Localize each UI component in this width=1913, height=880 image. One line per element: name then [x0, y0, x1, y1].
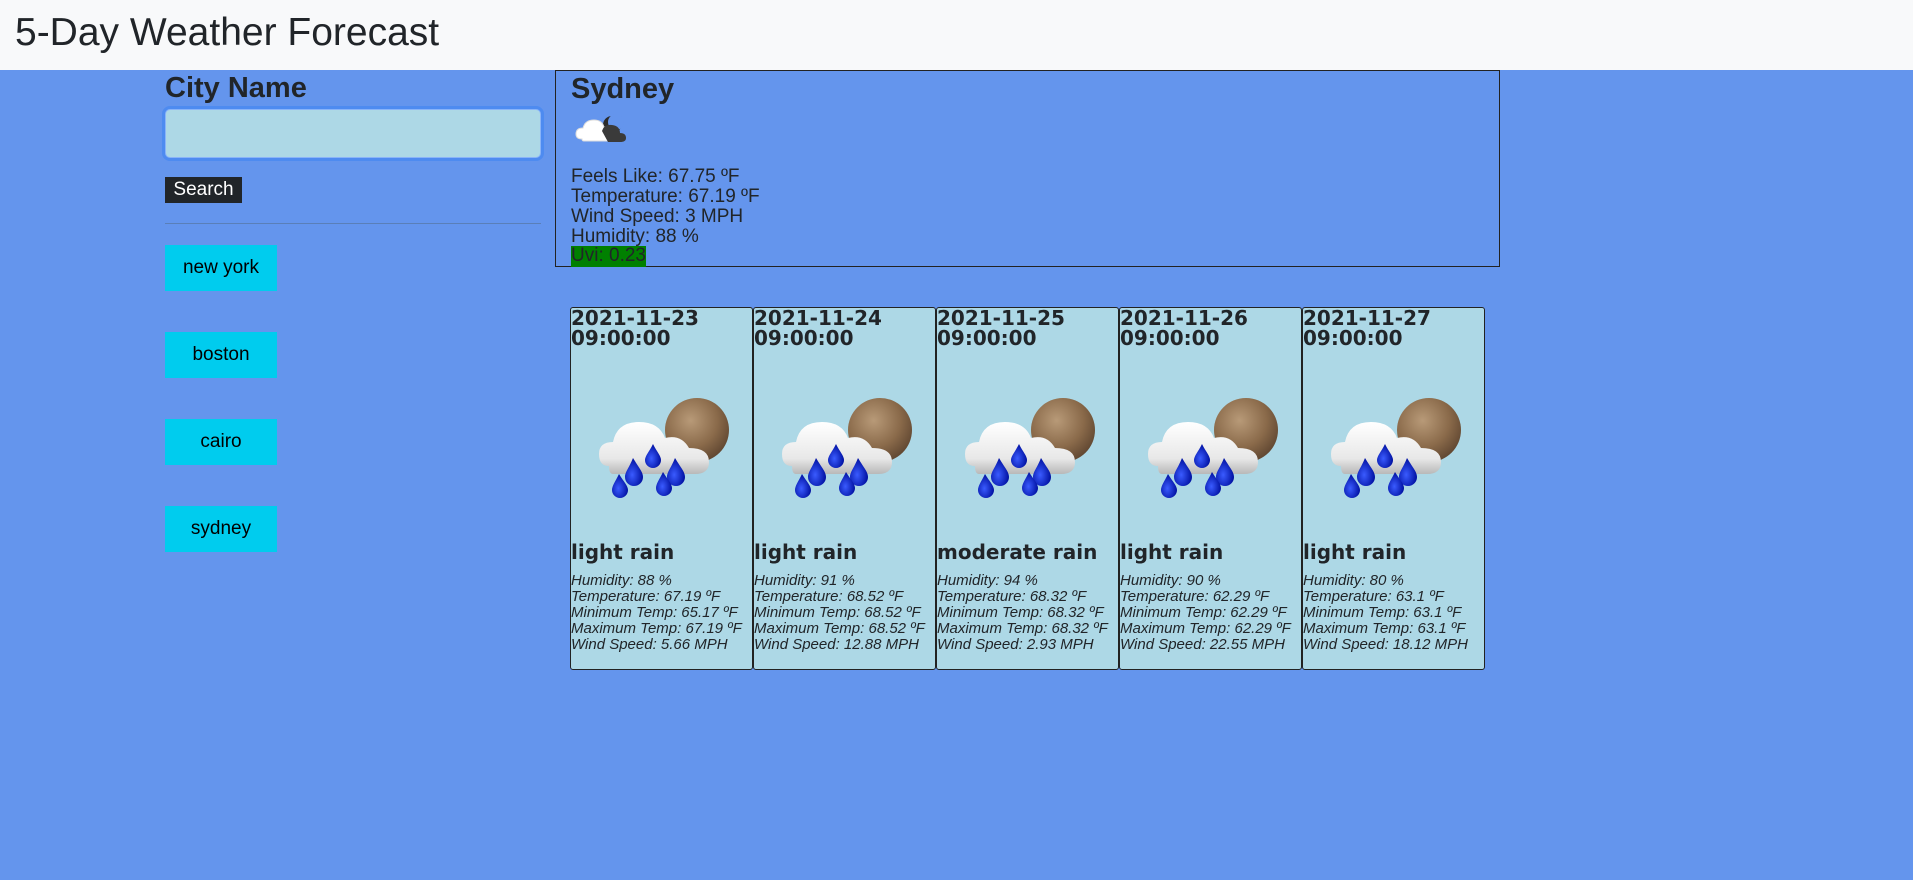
forecast-max-temp: Maximum Temp: 63.1 ºF	[1303, 620, 1466, 637]
rain-night-icon	[1148, 398, 1278, 498]
forecast-temperature: Temperature: 68.52 ºF	[754, 588, 904, 605]
city-search-input[interactable]	[165, 109, 541, 158]
rain-night-icon	[965, 398, 1095, 498]
forecast-max-temp: Maximum Temp: 67.19 ºF	[571, 620, 742, 637]
current-temperature: Temperature: 67.19 ºF	[571, 186, 760, 207]
forecast-card: 2021-11-26 09:00:00 light rain Humidity:…	[1119, 307, 1302, 670]
forecast-date: 2021-11-26 09:00:00	[1120, 307, 1248, 350]
forecast-wind-speed: Wind Speed: 12.88 MPH	[754, 636, 919, 653]
current-wind-speed: Wind Speed: 3 MPH	[571, 206, 744, 227]
forecast-description: light rain	[571, 540, 675, 564]
forecast-details: Humidity: 90 % Temperature: 62.29 ºF Min…	[1120, 572, 1301, 653]
forecast-humidity: Humidity: 94 %	[937, 572, 1038, 589]
uvi-badge: Uvi: 0.23	[571, 245, 646, 267]
forecast-humidity: Humidity: 80 %	[1303, 572, 1404, 589]
forecast-description: moderate rain	[937, 540, 1098, 564]
partly-cloudy-night-icon	[575, 114, 626, 142]
history-button-cairo[interactable]: cairo	[165, 419, 277, 465]
forecast-wind-speed: Wind Speed: 2.93 MPH	[937, 636, 1094, 653]
forecast-humidity: Humidity: 88 %	[571, 572, 672, 589]
forecast-card: 2021-11-25 09:00:00 moderate rain Humidi…	[936, 307, 1119, 670]
forecast-max-temp: Maximum Temp: 68.32 ºF	[937, 620, 1108, 637]
forecast-date: 2021-11-27 09:00:00	[1303, 307, 1431, 350]
history-button-boston[interactable]: boston	[165, 332, 277, 378]
forecast-card: 2021-11-27 09:00:00 light rain Humidity:…	[1302, 307, 1485, 670]
forecast-temperature: Temperature: 62.29 ºF	[1120, 588, 1270, 605]
search-button[interactable]: Search	[165, 177, 242, 203]
forecast-date: 2021-11-24 09:00:00	[754, 307, 882, 350]
forecast-details: Humidity: 94 % Temperature: 68.32 ºF Min…	[937, 572, 1118, 653]
forecast-min-temp: Minimum Temp: 68.52 ºF	[754, 604, 921, 621]
forecast-description: light rain	[1303, 540, 1407, 564]
page-title: 5-Day Weather Forecast	[15, 11, 440, 54]
forecast-temperature: Temperature: 63.1 ºF	[1303, 588, 1444, 605]
city-name-label: City Name	[165, 72, 307, 104]
history-button-sydney[interactable]: sydney	[165, 506, 277, 552]
rain-night-icon	[1331, 398, 1461, 498]
rain-night-icon	[599, 398, 729, 498]
forecast-humidity: Humidity: 90 %	[1120, 572, 1221, 589]
forecast-min-temp: Minimum Temp: 65.17 ºF	[571, 604, 738, 621]
forecast-temperature: Temperature: 67.19 ºF	[571, 588, 721, 605]
forecast-details: Humidity: 80 % Temperature: 63.1 ºF Mini…	[1303, 572, 1484, 653]
forecast-max-temp: Maximum Temp: 62.29 ºF	[1120, 620, 1291, 637]
forecast-card: 2021-11-24 09:00:00 light rain Humidity:…	[753, 307, 936, 670]
forecast-max-temp: Maximum Temp: 68.52 ºF	[754, 620, 925, 637]
rain-night-icon	[782, 398, 912, 498]
forecast-wind-speed: Wind Speed: 5.66 MPH	[571, 636, 728, 653]
forecast-description: light rain	[754, 540, 858, 564]
history-button-new-york[interactable]: new york	[165, 245, 277, 291]
current-humidity: Humidity: 88 %	[571, 226, 699, 247]
feels-like: Feels Like: 67.75 ºF	[571, 166, 740, 187]
forecast-wind-speed: Wind Speed: 22.55 MPH	[1120, 636, 1285, 653]
forecast-humidity: Humidity: 91 %	[754, 572, 855, 589]
divider	[165, 223, 541, 224]
forecast-card: 2021-11-23 09:00:00 light rain Humidity:…	[570, 307, 753, 670]
forecast-details: Humidity: 91 % Temperature: 68.52 ºF Min…	[754, 572, 935, 653]
forecast-date: 2021-11-25 09:00:00	[937, 307, 1065, 350]
navbar: 5-Day Weather Forecast	[0, 0, 1913, 70]
forecast-min-temp: Minimum Temp: 63.1 ºF	[1303, 604, 1462, 621]
forecast-wind-speed: Wind Speed: 18.12 MPH	[1303, 636, 1468, 653]
forecast-temperature: Temperature: 68.32 ºF	[937, 588, 1087, 605]
current-city-name: Sydney	[571, 73, 675, 105]
forecast-min-temp: Minimum Temp: 68.32 ºF	[937, 604, 1104, 621]
forecast-details: Humidity: 88 % Temperature: 67.19 ºF Min…	[571, 572, 752, 653]
forecast-date: 2021-11-23 09:00:00	[571, 307, 699, 350]
forecast-description: light rain	[1120, 540, 1224, 564]
forecast-min-temp: Minimum Temp: 62.29 ºF	[1120, 604, 1287, 621]
current-weather-panel: Sydney Feels Like: 67.75 ºF Temperature:…	[555, 70, 1500, 267]
